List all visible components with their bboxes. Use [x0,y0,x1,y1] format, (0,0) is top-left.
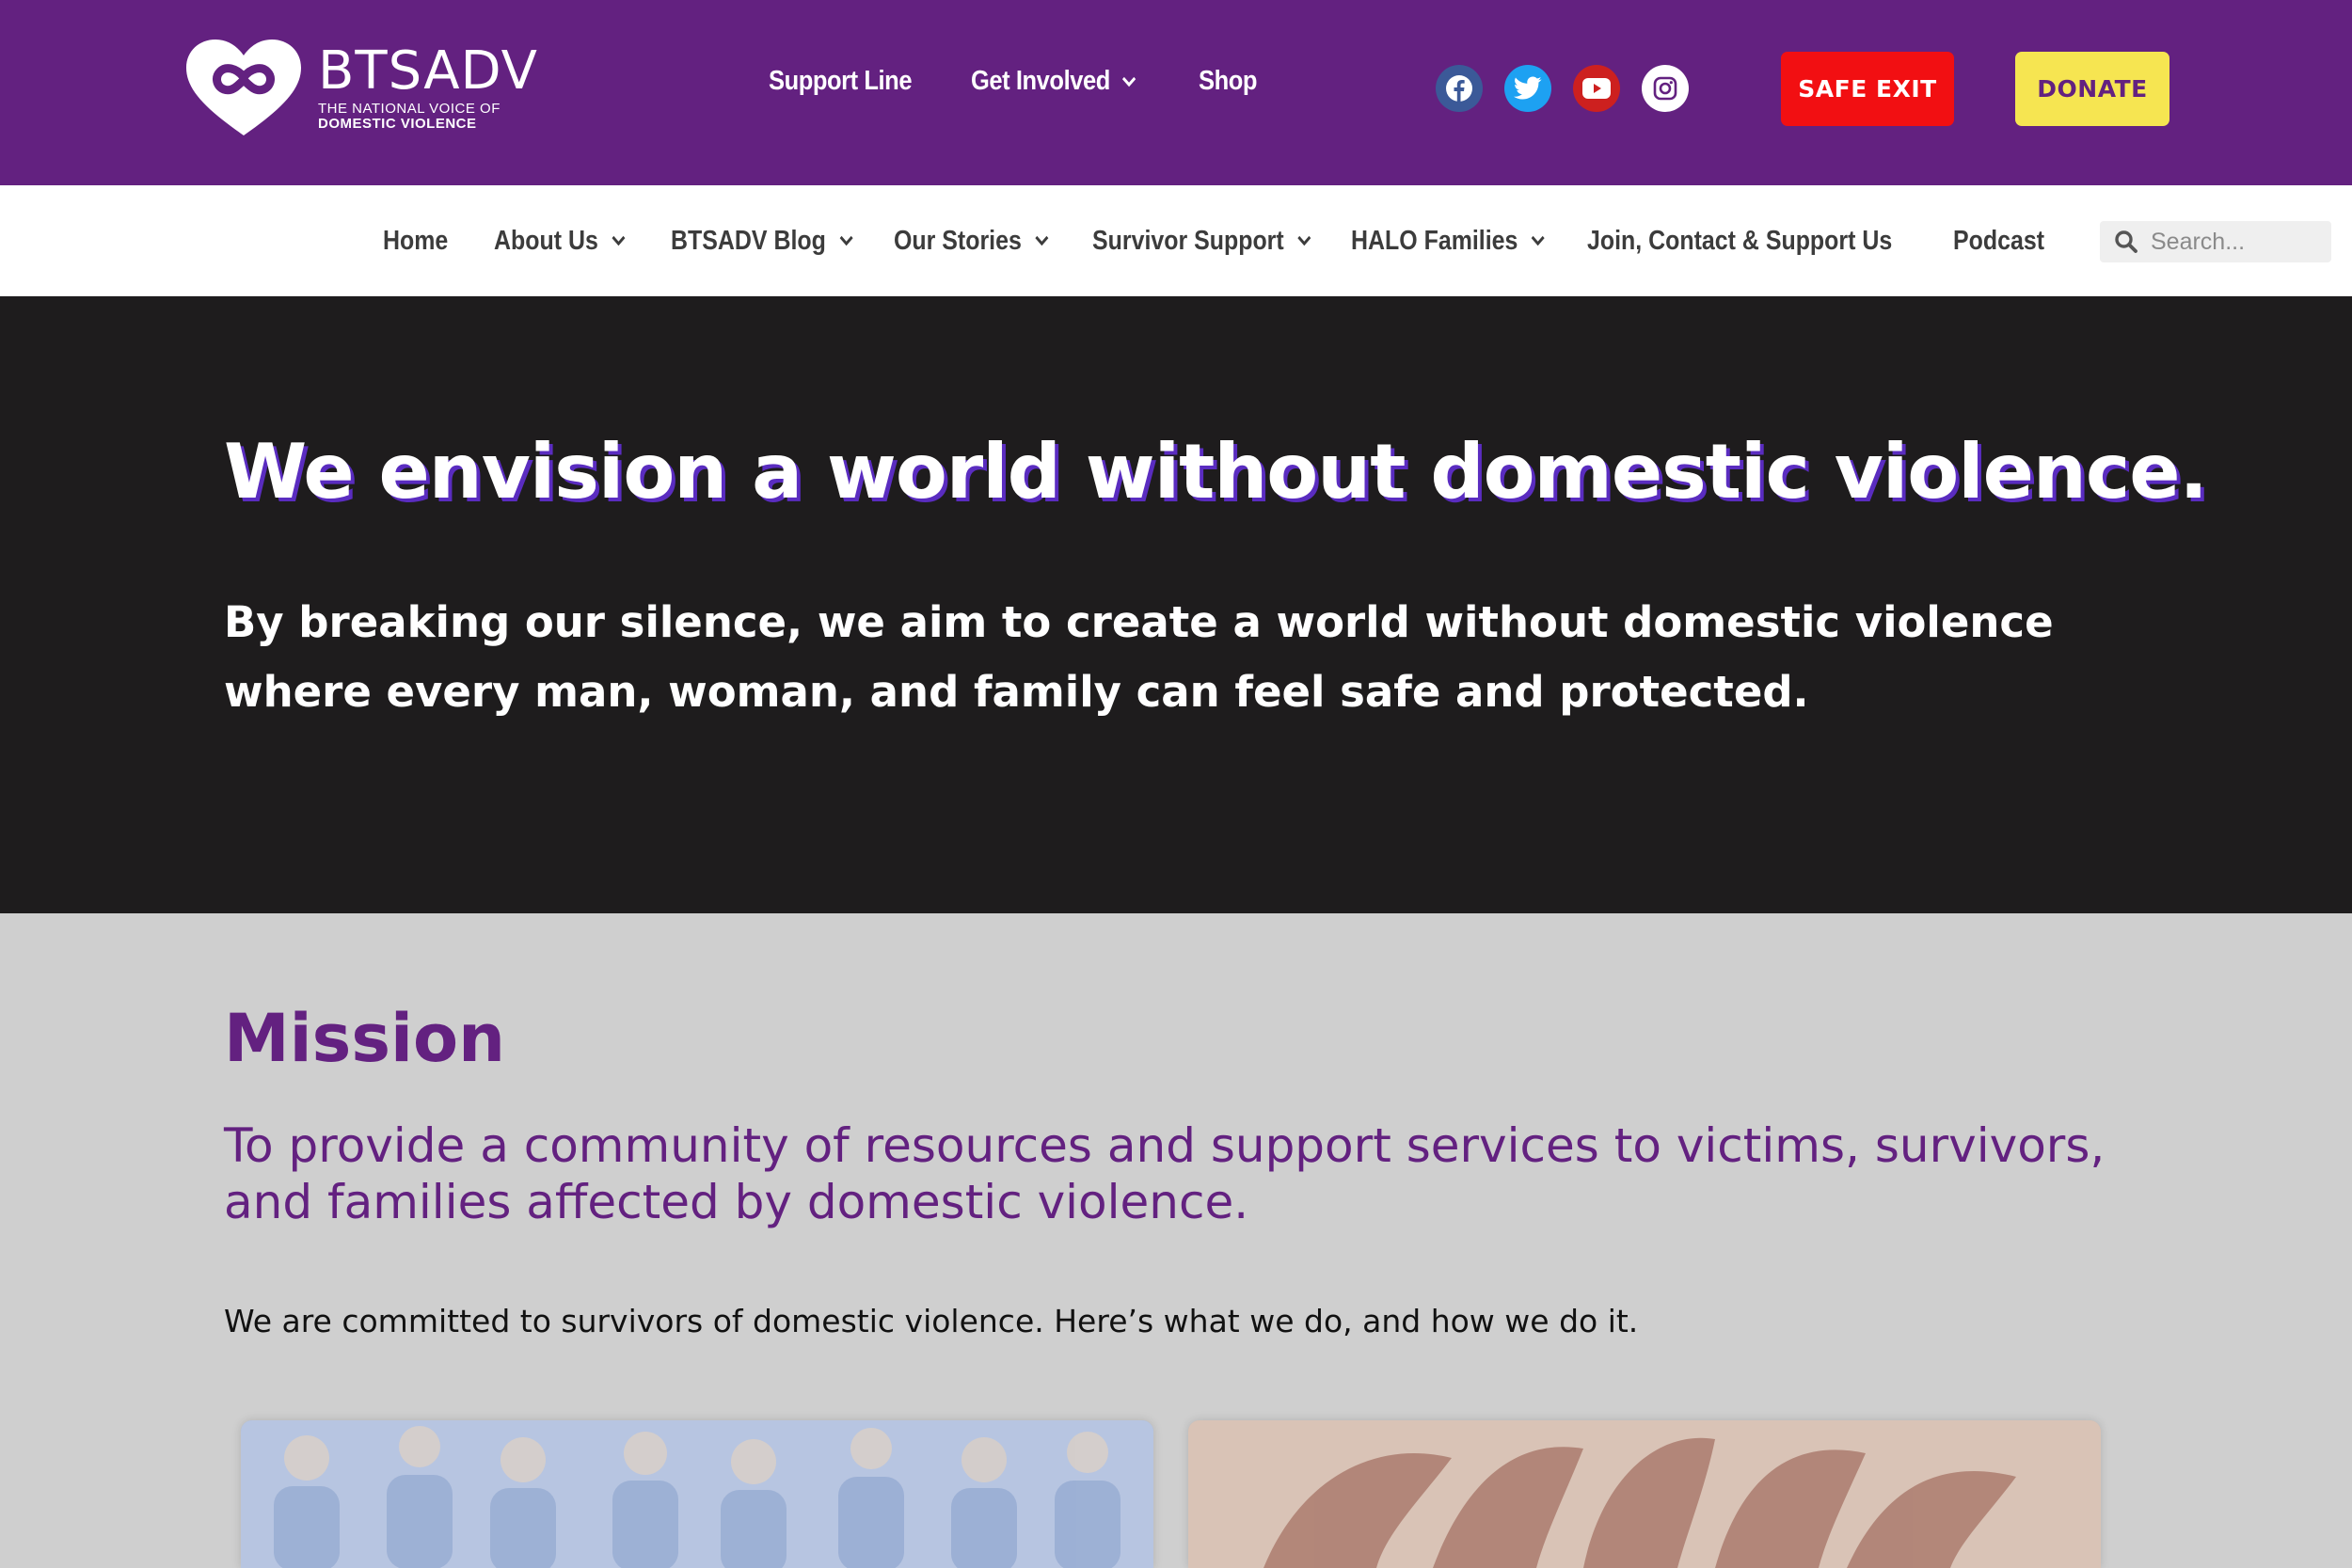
nav-item-podcast[interactable]: Podcast [1953,226,2058,257]
mission-lead: To provide a community of resources and … [224,1118,2106,1229]
chevron-down-icon [1297,235,1311,246]
search-input[interactable] [2149,227,2322,257]
topnav-label: Shop [1198,66,1257,96]
nav-item-label: Home [383,225,449,256]
chevron-down-icon [1035,235,1049,246]
safe-exit-button[interactable]: SAFE EXIT [1781,52,1954,126]
facebook-link[interactable] [1436,65,1483,112]
youtube-icon [1582,78,1611,99]
social-links [1436,65,1710,112]
search-icon[interactable] [2113,229,2139,255]
logo-text: BTSADV THE NATIONAL VOICE OF DOMESTIC VI… [318,45,538,132]
brand-tagline-line2: DOMESTIC VIOLENCE [318,116,477,132]
mission-title: Mission [224,1000,505,1077]
nav-item-join-contact-support[interactable]: Join, Contact & Support Us [1587,226,1902,257]
nav-item-btsadv-blog[interactable]: BTSADV Blog [671,226,863,257]
group-photo-image [241,1420,1153,1568]
chevron-down-icon [839,235,853,246]
nav-item-label: About Us [494,225,598,256]
brand-name: BTSADV [318,40,538,102]
search-box [2100,221,2331,262]
hero-section: We envision a world without domestic vio… [0,296,2352,913]
nav-item-label: Podcast [1953,225,2045,256]
brand-tagline-line1: THE NATIONAL VOICE OF [318,101,501,117]
nav-item-home[interactable]: Home [383,226,478,257]
top-header: BTSADV THE NATIONAL VOICE OF DOMESTIC VI… [0,0,2352,185]
hands-photo-image [1188,1420,2101,1568]
topnav-shop[interactable]: Shop [1199,66,1257,97]
top-nav: Support Line Get Involved Shop [769,66,1304,97]
nav-item-label: Join, Contact & Support Us [1587,225,1893,256]
nav-item-our-stories[interactable]: Our Stories [894,226,1064,257]
twitter-icon [1514,76,1542,100]
nav-item-survivor-support[interactable]: Survivor Support [1092,226,1315,257]
group-photo-card[interactable] [241,1420,1153,1568]
chevron-down-icon [612,235,626,246]
nav-item-label: HALO Families [1351,225,1518,256]
main-nav-items: Home About Us BTSADV Blog Our Stories Su… [383,185,2075,296]
instagram-link[interactable] [1642,65,1689,112]
twitter-link[interactable] [1504,65,1551,112]
chevron-down-icon [1121,76,1136,87]
topnav-get-involved[interactable]: Get Involved [971,66,1136,97]
donate-button[interactable]: DONATE [2015,52,2169,126]
mission-body: We are committed to survivors of domesti… [224,1303,1639,1339]
youtube-link[interactable] [1573,65,1620,112]
nav-item-halo-families[interactable]: HALO Families [1351,226,1554,257]
nav-item-label: BTSADV Blog [671,225,826,256]
heart-infinity-logo-icon [186,40,301,135]
facebook-icon [1446,75,1472,102]
nav-item-label: Survivor Support [1092,225,1284,256]
hands-photo-card[interactable] [1188,1420,2101,1568]
topnav-support-line[interactable]: Support Line [769,66,913,97]
hero-subtitle: By breaking our silence, we aim to creat… [224,597,2054,717]
site-logo[interactable]: BTSADV THE NATIONAL VOICE OF DOMESTIC VI… [184,38,538,139]
topnav-label: Support Line [769,66,913,96]
main-nav: Home About Us BTSADV Blog Our Stories Su… [0,185,2352,296]
topnav-label: Get Involved [970,66,1110,96]
nav-item-label: Our Stories [894,225,1022,256]
hero-title: We envision a world without domestic vio… [224,428,2208,515]
brand-tagline: THE NATIONAL VOICE OF DOMESTIC VIOLENCE [318,102,538,132]
nav-item-about-us[interactable]: About Us [494,226,646,257]
chevron-down-icon [1531,235,1545,246]
instagram-icon [1653,76,1677,101]
